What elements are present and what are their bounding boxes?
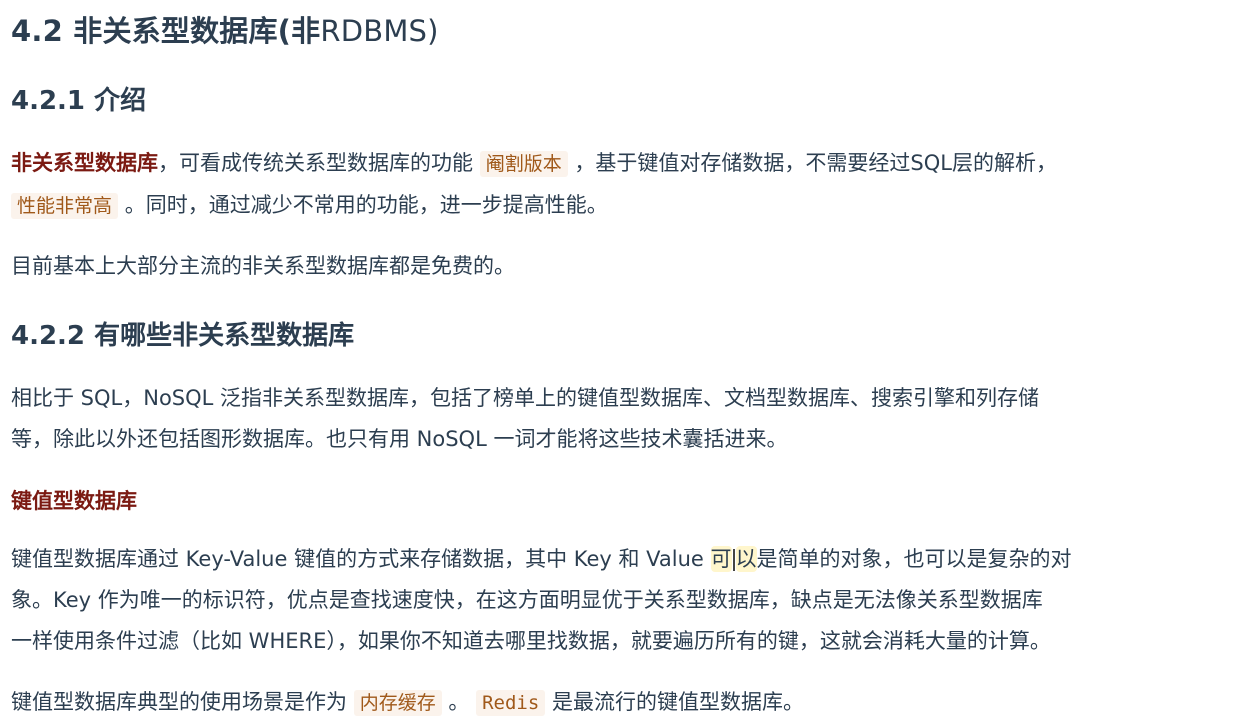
types-line-1: 相比于 SQL，NoSQL 泛指非关系型数据库，包括了榜单上的键值型数据库、文档… (11, 386, 1040, 410)
kv-code-memory-cache: 内存缓存 (353, 690, 442, 716)
kv-heading: 键值型数据库 (11, 489, 137, 513)
kv-text-1a: 键值型数据库通过 Key-Value 键值的方式来存储数据，其中 Key 和 V… (11, 547, 711, 571)
section-title-text: 非关系型数据库(非 (73, 14, 321, 48)
intro-line-2: 性能非常高 。同时，通过减少不常用的功能，进一步提高性能。 (11, 185, 1057, 227)
kv-line-2: 象。Key 作为唯一的标识符，优点是查找速度快，在这方面明显优于关系型数据库，缺… (11, 588, 1043, 612)
intro-code-performance: 性能非常高 (11, 193, 119, 219)
kv-usage-line: 键值型数据库典型的使用场景是作为 内存缓存 。 Redis 是最流行的键值型数据… (11, 682, 804, 724)
kv-usage-text-2: 。 (448, 690, 470, 714)
section-title: 4.2 非关系型数据库(非RDBMS) (11, 8, 439, 50)
kv-code-redis: Redis (476, 690, 546, 716)
highlighted-text-2: 以 (735, 546, 757, 572)
text-cursor (732, 549, 735, 571)
types-paragraph: 相比于 SQL，NoSQL 泛指非关系型数据库，包括了榜单上的键值型数据库、文档… (11, 378, 1039, 460)
intro-paragraph: 非关系型数据库，可看成传统关系型数据库的功能 阉割版本 ，基于键值对存储数据，不… (11, 143, 1057, 227)
section-number: 4.2 (11, 14, 63, 48)
types-line-2: 等，除此以外还包括图形数据库。也只有用 NoSQL 一词才能将这些技术囊括进来。 (11, 427, 788, 451)
kv-usage-text-1: 键值型数据库典型的使用场景是作为 (11, 690, 347, 714)
kv-line-3: 一样使用条件过滤（比如 WHERE），如果你不知道去哪里找数据，就要遍历所有的键… (11, 629, 1051, 653)
intro-text-3: 。同时，通过减少不常用的功能，进一步提高性能。 (124, 193, 608, 217)
types-heading: 4.2.2 有哪些非关系型数据库 (11, 321, 355, 351)
intro-text-2: ，基于键值对存储数据，不需要经过SQL层的解析， (574, 151, 1057, 175)
intro-code-castrated: 阉割版本 (479, 151, 568, 177)
intro-line-1: 非关系型数据库，可看成传统关系型数据库的功能 阉割版本 ，基于键值对存储数据，不… (11, 143, 1057, 185)
intro-text-1: ，可看成传统关系型数据库的功能 (158, 151, 473, 175)
kv-paragraph-2: 键值型数据库典型的使用场景是作为 内存缓存 。 Redis 是最流行的键值型数据… (11, 682, 804, 724)
kv-usage-text-3: 是最流行的键值型数据库。 (551, 690, 804, 714)
intro-heading: 4.2.1 介绍 (11, 86, 147, 116)
highlighted-text: 可 (710, 546, 732, 572)
intro-bold-term: 非关系型数据库 (11, 151, 158, 175)
kv-text-1b: 是简单的对象，也可以是复杂的对 (756, 547, 1072, 571)
kv-paragraph: 键值型数据库通过 Key-Value 键值的方式来存储数据，其中 Key 和 V… (11, 539, 1072, 662)
section-title-latin: RDBMS) (320, 14, 439, 48)
intro-paragraph-2: 目前基本上大部分主流的非关系型数据库都是免费的。 (11, 254, 515, 278)
kv-line-1: 键值型数据库通过 Key-Value 键值的方式来存储数据，其中 Key 和 V… (11, 539, 1072, 580)
